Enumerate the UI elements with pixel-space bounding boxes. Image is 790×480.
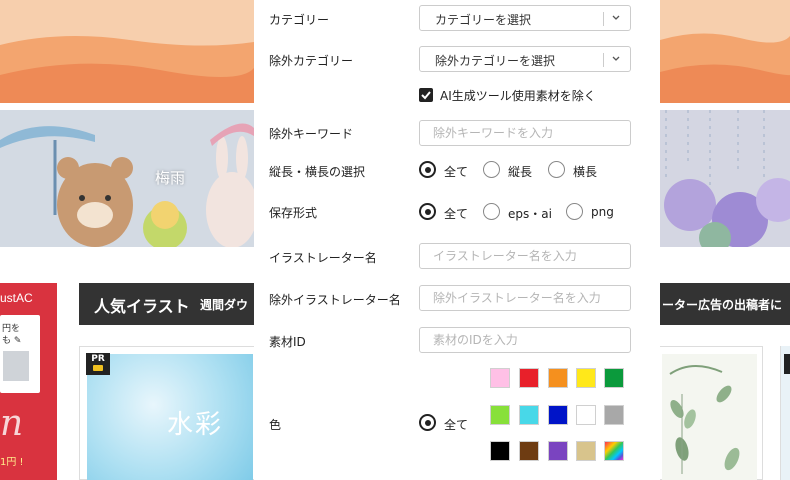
material-id-input[interactable]	[419, 327, 631, 353]
pr-badge	[784, 354, 790, 374]
illustrator-input[interactable]	[419, 243, 631, 269]
sidebar-ad[interactable]: ustAC 円を も ✎ n 1円 !	[0, 283, 57, 480]
illustration-thumbnail: 水彩	[87, 354, 253, 480]
pr-badge-label: PR	[91, 354, 105, 364]
color-swatch[interactable]	[576, 405, 596, 425]
color-swatch[interactable]	[576, 368, 596, 388]
format-label: 保存形式	[269, 206, 318, 220]
color-swatch[interactable]	[490, 441, 510, 461]
hydrangea-illustration	[660, 110, 790, 247]
ad-card: 円を も ✎	[0, 315, 40, 393]
color-swatch[interactable]	[490, 368, 510, 388]
bear-rabbit-illustration	[0, 110, 254, 247]
select-divider	[603, 12, 604, 26]
color-swatch[interactable]	[490, 405, 510, 425]
color-swatch[interactable]	[548, 405, 568, 425]
popular-title: 人気イラスト	[94, 297, 190, 316]
color-swatch[interactable]	[548, 368, 568, 388]
exclude-illustrator-label: 除外イラストレーター名	[269, 293, 401, 307]
color-swatch[interactable]	[604, 368, 624, 388]
orientation-option-portrait[interactable]: 縦長	[508, 163, 532, 180]
chevron-down-icon	[611, 50, 621, 71]
color-option-all[interactable]: 全て	[444, 416, 468, 433]
format-radio-all[interactable]	[419, 203, 436, 220]
illustration-card[interactable]	[654, 346, 763, 480]
ad-brand-logo: ustAC	[0, 291, 33, 305]
ai-exclude-label[interactable]: AI生成ツール使用素材を除く	[440, 87, 596, 104]
ad-card-graphic	[3, 351, 29, 381]
exclude-category-select[interactable]: 除外カテゴリーを選択	[419, 46, 631, 72]
color-label: 色	[269, 418, 282, 432]
select-divider	[603, 53, 604, 67]
format-radio-eps-ai[interactable]	[483, 203, 500, 220]
orientation-radio-portrait[interactable]	[483, 161, 500, 178]
orientation-radio-landscape[interactable]	[548, 161, 565, 178]
banner-illustration-left: 梅雨	[0, 110, 254, 247]
material-id-label: 素材ID	[269, 335, 306, 349]
category-select-value: カテゴリーを選択	[435, 13, 532, 27]
color-swatch[interactable]	[576, 441, 596, 461]
color-swatch[interactable]	[604, 405, 624, 425]
illustration-card[interactable]	[780, 346, 790, 480]
illustrator-label: イラストレーター名	[269, 251, 377, 265]
exclude-category-select-value: 除外カテゴリーを選択	[435, 54, 556, 68]
color-swatch[interactable]	[548, 441, 568, 461]
format-radio-png[interactable]	[566, 203, 583, 220]
format-option-png[interactable]: png	[591, 205, 614, 219]
megaphone-icon	[93, 365, 103, 371]
format-option-eps-ai[interactable]: eps・ai	[508, 205, 552, 222]
color-swatch[interactable]	[519, 368, 539, 388]
popular-weekly-label[interactable]: 週間ダウ	[200, 296, 248, 313]
category-select[interactable]: カテゴリーを選択	[419, 5, 631, 31]
orientation-option-landscape[interactable]: 横長	[573, 163, 597, 180]
orientation-radio-all[interactable]	[419, 161, 436, 178]
chevron-down-icon	[611, 9, 621, 30]
orientation-label: 縦長・横長の選択	[269, 165, 366, 179]
pr-badge: PR	[86, 353, 110, 375]
exclude-keyword-input[interactable]	[419, 120, 631, 146]
banner-title: 梅雨	[155, 169, 186, 187]
advertiser-link[interactable]: ーター広告の出稿者に	[662, 296, 782, 313]
banner-illustration-right	[660, 110, 790, 247]
ad-tag: 1円 !	[0, 457, 24, 468]
orientation-option-all[interactable]: 全て	[444, 163, 468, 180]
exclude-category-label: 除外カテゴリー	[269, 54, 354, 68]
advanced-search-panel: カテゴリー カテゴリーを選択 除外カテゴリー 除外カテゴリーを選択 AI生成ツー…	[254, 0, 660, 480]
category-label: カテゴリー	[269, 13, 330, 27]
ad-swirl-text: n	[0, 403, 24, 444]
format-option-all[interactable]: 全て	[444, 205, 468, 222]
color-swatch[interactable]	[519, 405, 539, 425]
color-radio-all[interactable]	[419, 414, 436, 431]
exclude-illustrator-input[interactable]	[419, 285, 631, 311]
checkmark-icon	[421, 91, 431, 100]
exclude-keyword-label: 除外キーワード	[269, 127, 354, 141]
ai-exclude-checkbox[interactable]	[419, 88, 433, 102]
ad-card-line-1: 円を	[2, 324, 21, 334]
color-swatch[interactable]	[604, 441, 624, 461]
illustration-thumbnail	[662, 354, 757, 480]
ad-card-line-2: も ✎	[2, 336, 22, 346]
illustration-card[interactable]: PR 水彩	[79, 346, 259, 480]
botanical-leaves-graphic	[669, 365, 740, 474]
color-swatch[interactable]	[519, 441, 539, 461]
thumbnail-title: 水彩	[167, 410, 224, 440]
